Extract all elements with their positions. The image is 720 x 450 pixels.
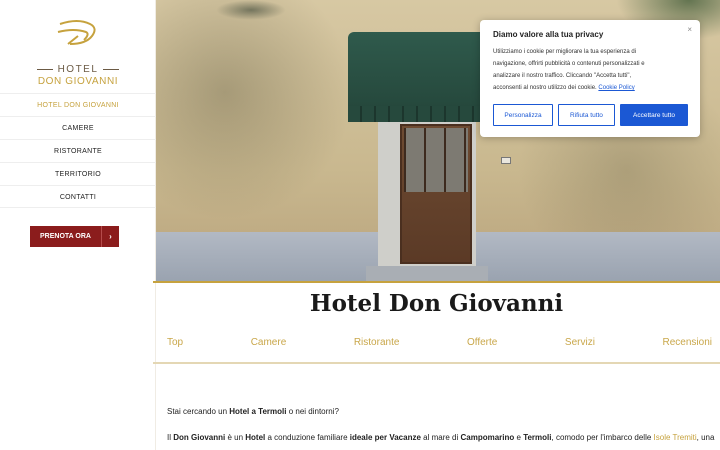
text-bold: Hotel a Termoli (229, 407, 287, 416)
hotel-logo[interactable]: HOTEL DON GIOVANNI (0, 14, 156, 87)
text-bold: Termoli (523, 433, 552, 442)
text: Stai cercando un (167, 407, 230, 416)
wall-plaque (501, 157, 511, 164)
cookie-buttons: Personalizza Rifiuta tutto Accettare tut… (493, 104, 688, 126)
divider (153, 362, 720, 364)
description-paragraph: Il Don Giovanni è un Hotel a conduzione … (167, 433, 714, 442)
cookie-policy-link[interactable]: Cookie Policy (598, 85, 634, 91)
page-title: Hotel Don Giovanni (309, 290, 564, 317)
cookie-text-line: acconsenti al nostro utilizzo dei cookie… (493, 82, 687, 94)
tab-camere[interactable]: Camere (251, 337, 287, 348)
close-icon[interactable]: × (687, 25, 692, 34)
text-bold: ideale per Vacanze (349, 433, 421, 442)
logo-text-hotel: HOTEL (0, 64, 156, 75)
text: , una (696, 433, 715, 442)
text: a conduzione familiare (265, 433, 350, 442)
text-bold: Don Giovanni (173, 433, 226, 442)
awning-edge (348, 106, 486, 122)
book-now-label: PRENOTA ORA (40, 233, 91, 240)
accept-all-button[interactable]: Accettare tutto (620, 104, 688, 126)
branch (216, 0, 286, 20)
text: al mare di (420, 433, 461, 442)
door-step (366, 266, 488, 281)
cookie-text-line-end: acconsenti al nostro utilizzo dei cookie… (493, 85, 597, 91)
chevron-right-icon: › (101, 226, 119, 247)
text: o nei dintorni? (286, 407, 339, 416)
cookie-text-line: Utilizziamo i cookie per migliorare la t… (493, 49, 637, 55)
text: , comodo per l'imbarco delle (551, 433, 654, 442)
tab-ristorante[interactable]: Ristorante (354, 337, 400, 348)
customize-button[interactable]: Personalizza (493, 104, 553, 126)
text-bold: Campomarino (460, 433, 515, 442)
cookie-dialog-title: Diamo valore alla tua privacy (493, 30, 604, 39)
tab-servizi[interactable]: Servizi (565, 337, 595, 348)
cookie-consent-dialog: × Diamo valore alla tua privacy Utilizzi… (480, 20, 700, 137)
book-now-button[interactable]: PRENOTA ORA › (30, 226, 119, 247)
nav-item-camere[interactable]: CAMERE (0, 116, 156, 139)
sidebar: HOTEL DON GIOVANNI HOTEL DON GIOVANNI CA… (0, 0, 156, 450)
reject-all-button[interactable]: Rifiuta tutto (558, 104, 615, 126)
cookie-text-line: navigazione, offrirti pubblicità o conte… (493, 61, 645, 67)
tab-recensioni[interactable]: Recensioni (663, 337, 712, 348)
section-tabs: Top Camere Ristorante Offerte Servizi Re… (167, 337, 712, 348)
text-bold: Hotel (245, 433, 266, 442)
isole-tremiti-link[interactable]: Isole Tremiti (654, 433, 697, 442)
divider (153, 281, 720, 283)
nav-item-hotel[interactable]: HOTEL DON GIOVANNI (0, 93, 156, 116)
text: e (514, 433, 524, 442)
main-nav: HOTEL DON GIOVANNI CAMERE RISTORANTE TER… (0, 93, 156, 208)
cookie-text-line: analizzare il nostro traffico. Cliccando… (493, 73, 632, 79)
don-giovanni-monogram-icon (57, 20, 96, 45)
logo-text-name: DON GIOVANNI (37, 76, 119, 87)
tab-top[interactable]: Top (167, 337, 183, 348)
nav-item-ristorante[interactable]: RISTORANTE (0, 139, 156, 162)
text: è un (225, 433, 246, 442)
door-window (404, 128, 468, 192)
intro-paragraph: Stai cercando un Hotel a Termoli o nei d… (167, 407, 339, 416)
tab-offerte[interactable]: Offerte (467, 337, 497, 348)
nav-item-contatti[interactable]: CONTATTI (0, 185, 156, 208)
cookie-dialog-text: Utilizziamo i cookie per migliorare la t… (493, 46, 687, 94)
nav-item-territorio[interactable]: TERRITORIO (0, 162, 156, 185)
